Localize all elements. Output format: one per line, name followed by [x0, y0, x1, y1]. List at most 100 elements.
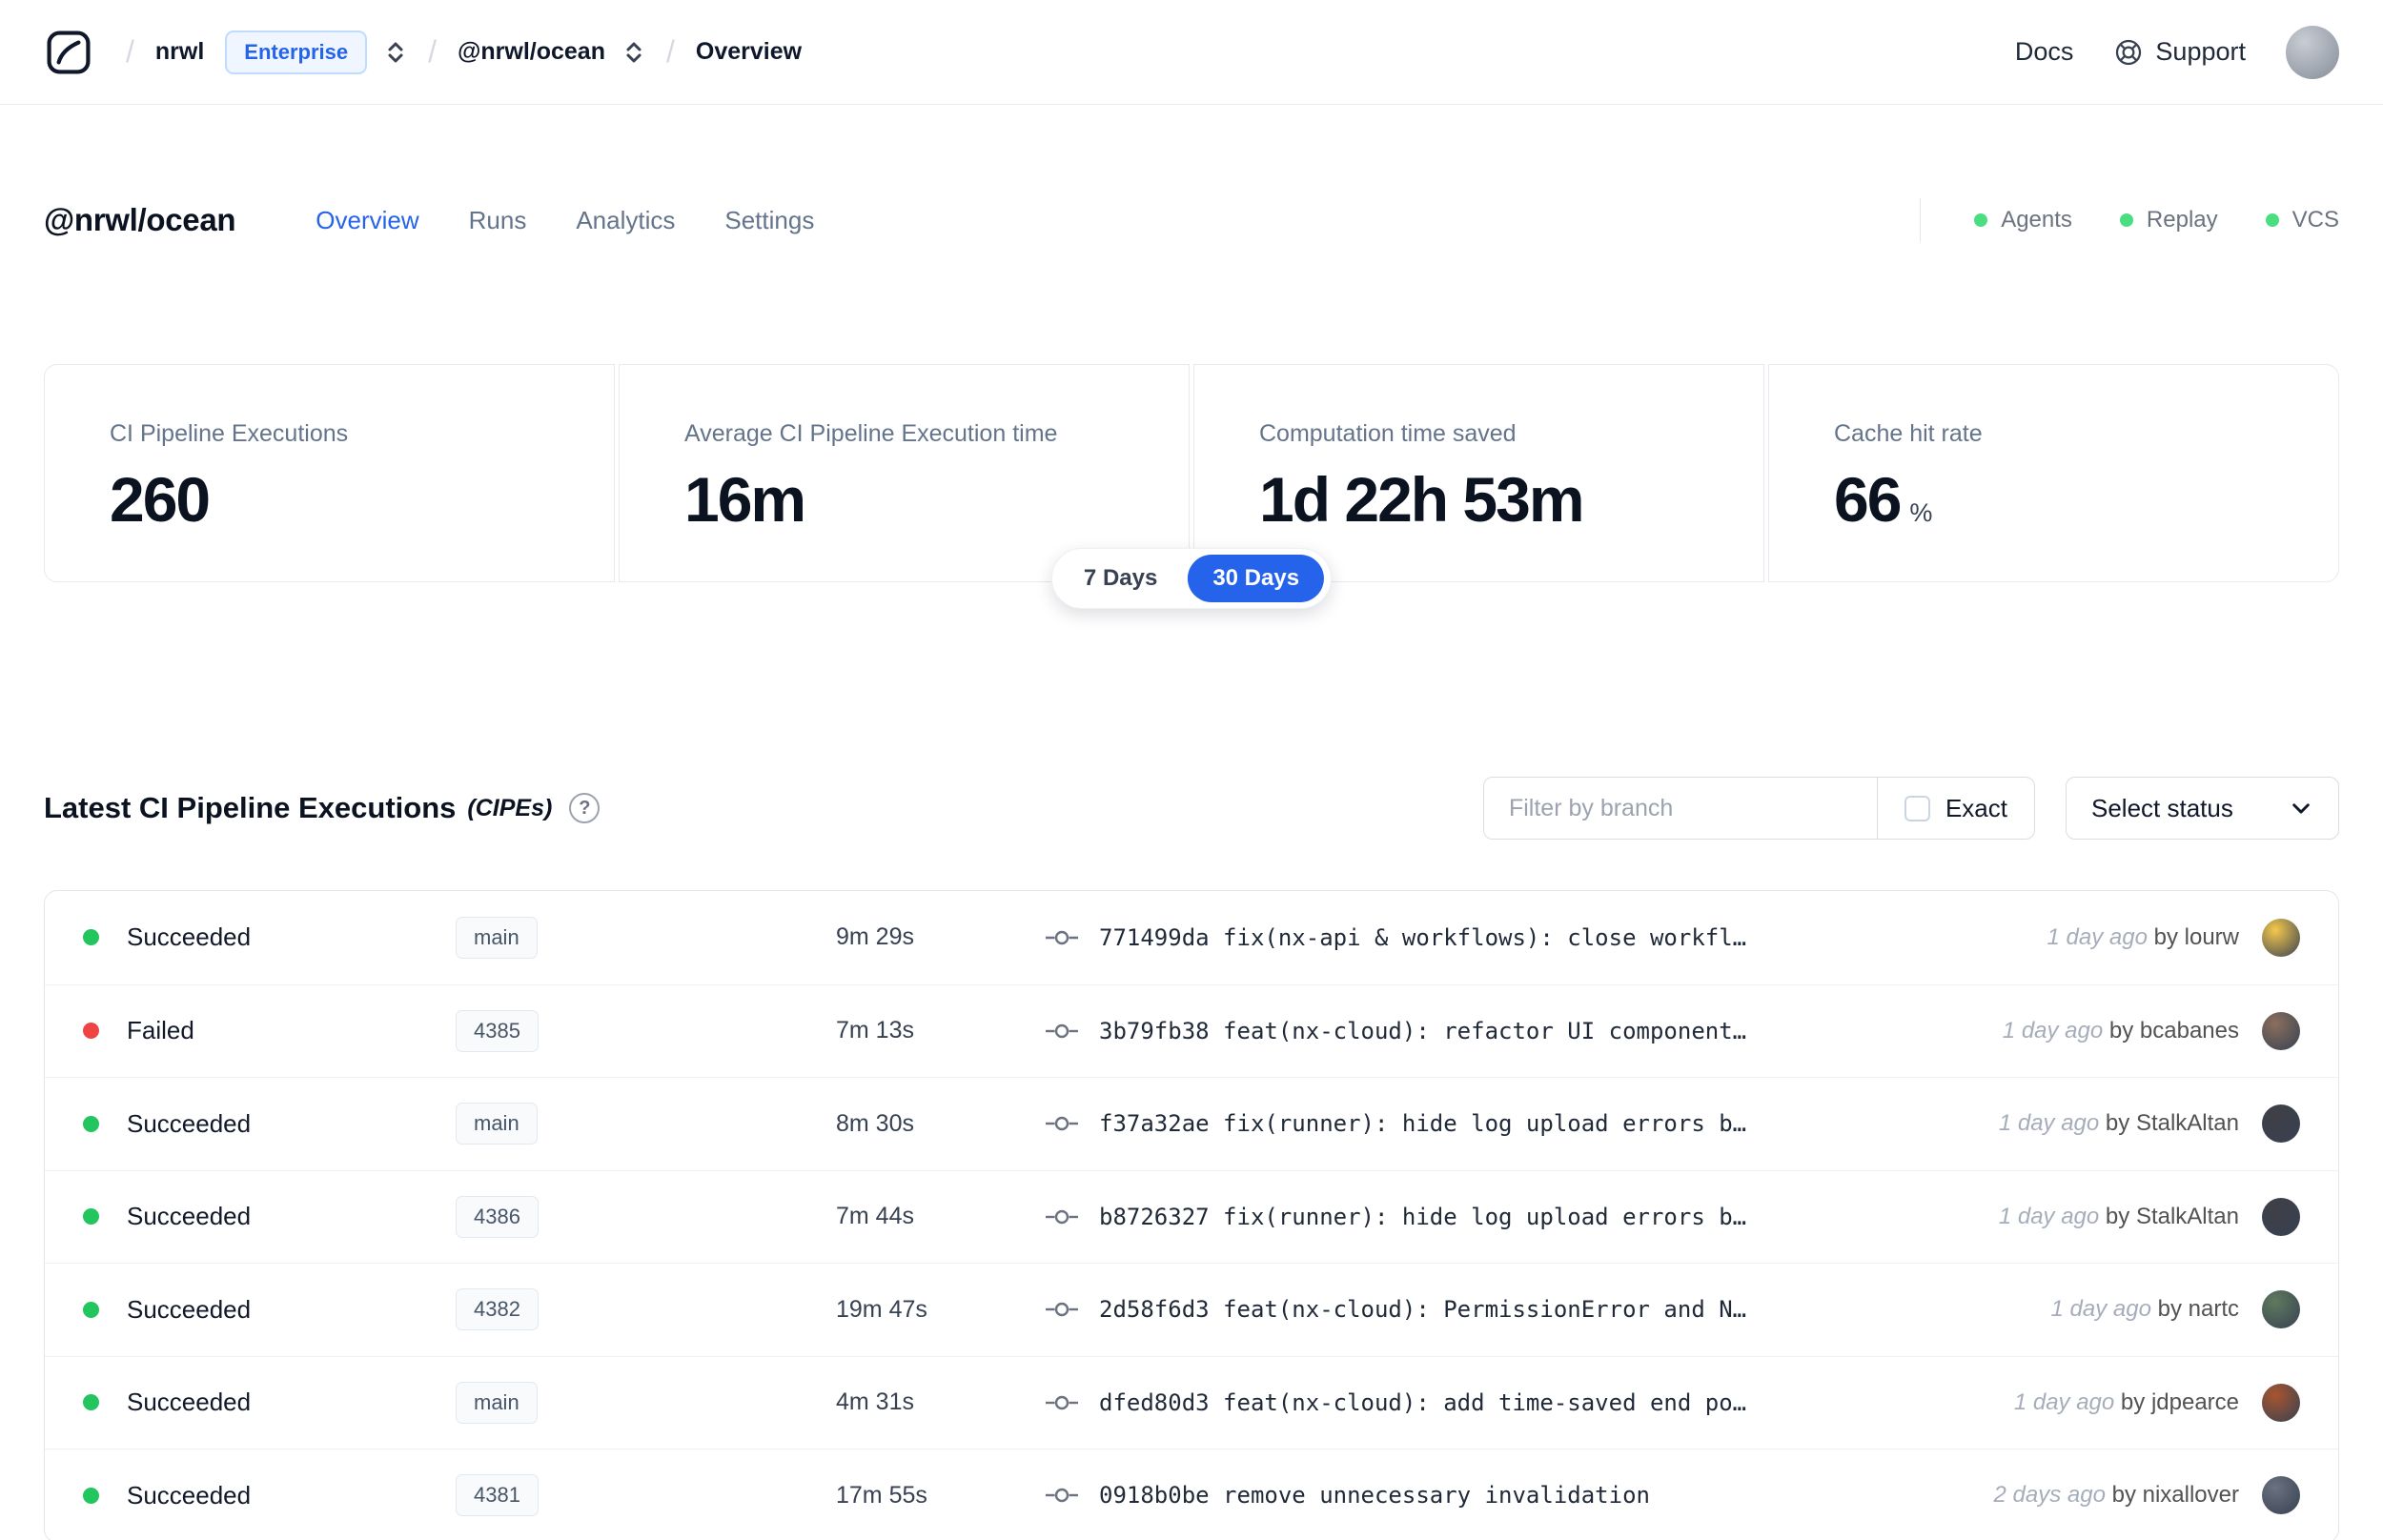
row-avatar[interactable] [2262, 1011, 2300, 1050]
branch-badge[interactable]: main [456, 916, 538, 959]
cipe-filter-controls: Exact Select status [1482, 777, 2339, 840]
branch-badge[interactable]: 4381 [456, 1474, 539, 1517]
row-avatar[interactable] [2262, 1476, 2300, 1515]
cipe-table-row[interactable]: Succeeded 4381 17m 55s 0918b0be remove u… [45, 1449, 2338, 1540]
divider [1920, 198, 1922, 242]
duration: 7m 44s [836, 1203, 914, 1230]
workspace-header: @nrwl/ocean Overview Runs Analytics Sett… [0, 195, 2383, 245]
row-meta: 1 day ago by StalkAltan [1999, 1204, 2239, 1230]
status-label: Succeeded [127, 1108, 252, 1138]
stat-card-ci-executions: CI Pipeline Executions 260 [44, 364, 615, 582]
commit-message[interactable]: b8726327 fix(runner): hide log upload er… [1099, 1204, 1976, 1230]
row-avatar[interactable] [2262, 1197, 2300, 1236]
breadcrumb: / nrwl Enterprise / @nrwl/ocean / Overvi… [126, 30, 802, 74]
branch-filter-input[interactable] [1483, 778, 1877, 839]
branch-badge[interactable]: 4385 [456, 1009, 539, 1052]
indicator-replay-label: Replay [2146, 207, 2218, 233]
org-switcher-chevrons-icon[interactable] [384, 38, 407, 67]
enterprise-badge[interactable]: Enterprise [225, 30, 368, 74]
row-author: by StalkAltan [2105, 1110, 2239, 1137]
page-title: @nrwl/ocean [44, 202, 236, 237]
status-dot [83, 1115, 99, 1132]
commit-message[interactable]: 3b79fb38 feat(nx-cloud): refactor UI com… [1099, 1018, 1980, 1044]
indicator-agents[interactable]: Agents [1974, 207, 2072, 233]
support-link[interactable]: Support [2113, 37, 2246, 68]
cipe-table-row[interactable]: Succeeded main 8m 30s f37a32ae fix(runne… [45, 1077, 2338, 1170]
status-dot [83, 1301, 99, 1318]
help-icon[interactable]: ? [569, 793, 601, 823]
row-meta: 2 days ago by nixallover [1994, 1482, 2240, 1509]
breadcrumb-org[interactable]: nrwl [155, 38, 204, 66]
branch-badge[interactable]: main [456, 1381, 538, 1424]
branch-badge[interactable]: 4386 [456, 1195, 539, 1238]
nx-cloud-logo[interactable] [44, 28, 93, 77]
topbar-actions: Docs Support [2015, 25, 2339, 79]
exact-match-toggle[interactable]: Exact [1876, 778, 2034, 839]
indicator-vcs[interactable]: VCS [2265, 207, 2339, 233]
workspace-tabs: Overview Runs Analytics Settings [316, 206, 814, 235]
tab-runs[interactable]: Runs [469, 206, 527, 235]
row-meta: 1 day ago by jdpearce [2014, 1389, 2239, 1416]
row-meta: 1 day ago by lourw [2047, 924, 2239, 951]
commit-message[interactable]: 771499da fix(nx-api & workflows): close … [1099, 924, 2025, 951]
git-commit-icon [1044, 925, 1080, 950]
status-label: Succeeded [127, 1480, 252, 1510]
stat-value: 1d 22h 53m [1259, 464, 1585, 535]
duration: 7m 13s [836, 1017, 914, 1044]
commit-message[interactable]: f37a32ae fix(runner): hide log upload er… [1099, 1110, 1976, 1137]
row-author: by jdpearce [2120, 1388, 2239, 1415]
workspace-switcher-chevrons-icon[interactable] [622, 38, 645, 67]
lifebuoy-icon [2116, 39, 2142, 65]
commit-message[interactable]: 2d58f6d3 feat(nx-cloud): PermissionError… [1099, 1296, 2028, 1323]
row-avatar[interactable] [2262, 1383, 2300, 1422]
docs-link[interactable]: Docs [2015, 37, 2074, 67]
git-commit-icon [1044, 1297, 1080, 1322]
cipe-table-row[interactable]: Succeeded main 4m 31s dfed80d3 feat(nx-c… [45, 1355, 2338, 1449]
branch-badge[interactable]: 4382 [456, 1288, 539, 1331]
range-30-days-button[interactable]: 30 Days [1188, 555, 1325, 602]
git-commit-icon [1044, 1205, 1080, 1229]
cipe-table-row[interactable]: Succeeded main 9m 29s 771499da fix(nx-ap… [45, 891, 2338, 984]
row-author: by bcabanes [2108, 1017, 2239, 1044]
workspace-status-indicators: Agents Replay VCS [1920, 198, 2339, 242]
cipe-section-header: Latest CI Pipeline Executions (CIPEs) ? … [0, 777, 2383, 840]
exact-checkbox[interactable] [1904, 795, 1930, 821]
breadcrumb-separator: / [665, 34, 675, 69]
commit-message[interactable]: 0918b0be remove unnecessary invalidation [1099, 1482, 1971, 1509]
top-navigation-bar: / nrwl Enterprise / @nrwl/ocean / Overvi… [0, 0, 2383, 105]
user-avatar[interactable] [2286, 25, 2339, 79]
status-dot [83, 1208, 99, 1226]
row-time: 1 day ago [2050, 1296, 2158, 1323]
duration: 9m 29s [836, 923, 914, 951]
select-status-dropdown[interactable]: Select status [2066, 777, 2339, 840]
breadcrumb-workspace[interactable]: @nrwl/ocean [458, 38, 605, 66]
stat-label: Average CI Pipeline Execution time [684, 420, 1058, 447]
range-7-days-button[interactable]: 7 Days [1059, 555, 1182, 602]
commit-message[interactable]: dfed80d3 feat(nx-cloud): add time-saved … [1099, 1389, 1991, 1416]
tab-analytics[interactable]: Analytics [576, 206, 675, 235]
status-dot [83, 1023, 99, 1040]
cipe-section-title-suffix: (CIPEs) [467, 794, 553, 821]
stat-value: 260 [110, 464, 211, 535]
branch-badge[interactable]: main [456, 1103, 538, 1145]
tab-overview[interactable]: Overview [316, 206, 418, 235]
row-avatar[interactable] [2262, 1104, 2300, 1144]
row-time: 1 day ago [1998, 1203, 2106, 1229]
stat-value: 66% [1834, 464, 1933, 535]
row-meta: 1 day ago by nartc [2051, 1296, 2239, 1323]
row-meta: 1 day ago by bcabanes [2003, 1018, 2239, 1044]
git-commit-icon [1044, 1111, 1080, 1136]
row-avatar[interactable] [2262, 918, 2300, 957]
status-label: Succeeded [127, 1202, 252, 1231]
stat-label: CI Pipeline Executions [110, 420, 349, 447]
cipe-table-row[interactable]: Succeeded 4386 7m 44s b8726327 fix(runne… [45, 1169, 2338, 1264]
breadcrumb-separator: / [428, 34, 438, 69]
select-status-label: Select status [2091, 793, 2233, 822]
tab-settings[interactable]: Settings [724, 206, 814, 235]
status-label: Succeeded [127, 922, 252, 952]
cipe-table-row[interactable]: Succeeded 4382 19m 47s 2d58f6d3 feat(nx-… [45, 1263, 2338, 1356]
row-avatar[interactable] [2262, 1290, 2300, 1329]
cipe-table-row[interactable]: Failed 4385 7m 13s 3b79fb38 feat(nx-clou… [45, 983, 2338, 1078]
row-time: 1 day ago [1998, 1110, 2106, 1137]
indicator-replay[interactable]: Replay [2119, 207, 2218, 233]
